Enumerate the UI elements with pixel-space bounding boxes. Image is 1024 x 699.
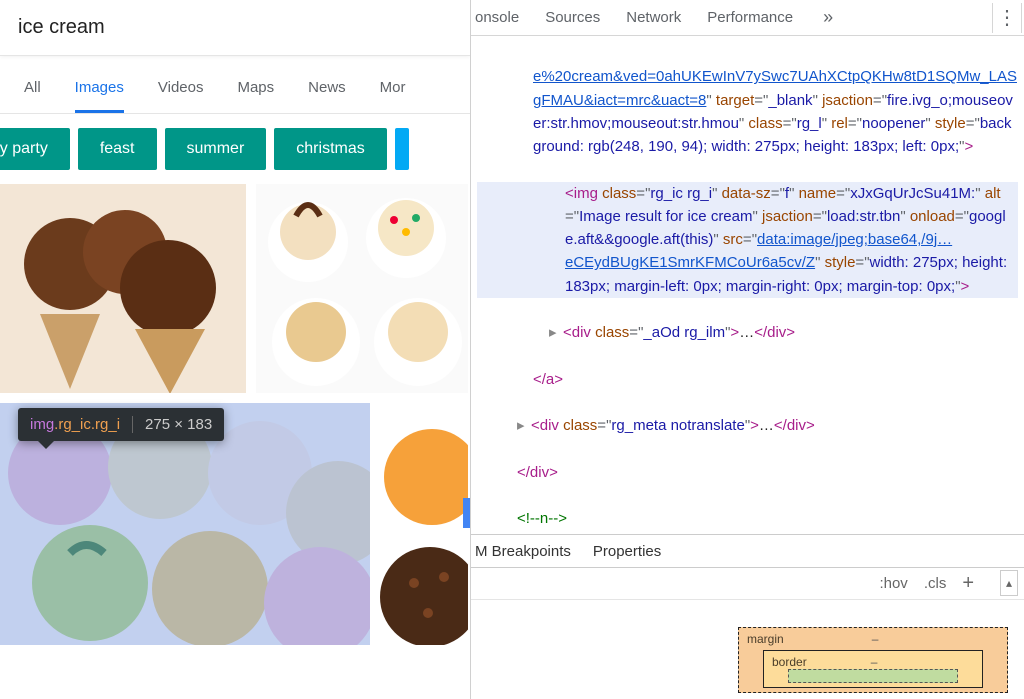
tab-all[interactable]: All xyxy=(24,79,41,113)
chip-partial[interactable] xyxy=(395,128,409,170)
tab-maps[interactable]: Maps xyxy=(237,79,274,113)
tab-network[interactable]: Network xyxy=(626,9,681,26)
element-inspect-tooltip: img.rg_ic.rg_i 275 × 183 xyxy=(18,408,224,441)
scroll-up-icon[interactable]: ▴ xyxy=(1000,570,1018,596)
tabs-overflow-icon[interactable]: » xyxy=(823,7,833,28)
nav-tabs: All Images Videos Maps News Mor xyxy=(0,56,470,114)
search-input[interactable] xyxy=(18,16,452,39)
devtools-sub-tabs: M Breakpoints Properties xyxy=(471,534,1024,568)
tab-console[interactable]: onsole xyxy=(475,9,519,26)
new-style-rule-icon[interactable]: + xyxy=(962,572,974,595)
tab-images[interactable]: Images xyxy=(75,79,124,113)
tab-dom-breakpoints[interactable]: M Breakpoints xyxy=(475,543,571,560)
box-model: margin – border – xyxy=(738,627,1008,693)
box-margin-value: – xyxy=(872,632,879,646)
elements-tree[interactable]: e%20cream&ved=0ahUKEwInV7ySwc7UAhXCtpQKH… xyxy=(471,36,1024,534)
tab-properties[interactable]: Properties xyxy=(593,543,661,560)
inspect-tag: img xyxy=(30,416,54,433)
styles-toolbar: :hov .cls + ▴ xyxy=(471,568,1024,600)
chip-feast[interactable]: feast xyxy=(78,128,157,170)
tab-videos[interactable]: Videos xyxy=(158,79,204,113)
tab-sources[interactable]: Sources xyxy=(545,9,600,26)
search-bar xyxy=(0,0,470,56)
kebab-menu-icon[interactable]: ⋮ xyxy=(992,3,1022,33)
tab-more[interactable]: Mor xyxy=(380,79,406,113)
chip-christmas[interactable]: christmas xyxy=(274,128,386,170)
filter-chips: day party feast summer christmas xyxy=(0,114,470,184)
devtools-panel: onsole Sources Network Performance » ⋮ e… xyxy=(470,0,1024,699)
image-result[interactable] xyxy=(256,184,468,393)
inspect-classes: .rg_ic.rg_i xyxy=(54,416,120,433)
box-border-label: border xyxy=(772,655,807,669)
toggle-cls[interactable]: .cls xyxy=(924,575,947,592)
selection-marker xyxy=(463,498,470,528)
toggle-hov[interactable]: :hov xyxy=(879,575,907,592)
devtools-tabs: onsole Sources Network Performance » ⋮ xyxy=(471,0,1024,36)
tab-performance[interactable]: Performance xyxy=(707,9,793,26)
image-result[interactable] xyxy=(0,184,246,393)
box-margin-label: margin xyxy=(747,632,784,646)
tab-news[interactable]: News xyxy=(308,79,346,113)
inspect-dimensions: 275 × 183 xyxy=(132,416,212,433)
page-viewport: All Images Videos Maps News Mor day part… xyxy=(0,0,470,699)
image-result[interactable] xyxy=(380,427,468,645)
chip-summer[interactable]: summer xyxy=(165,128,267,170)
chip-day-party[interactable]: day party xyxy=(0,128,70,170)
box-border-value: – xyxy=(871,655,878,669)
